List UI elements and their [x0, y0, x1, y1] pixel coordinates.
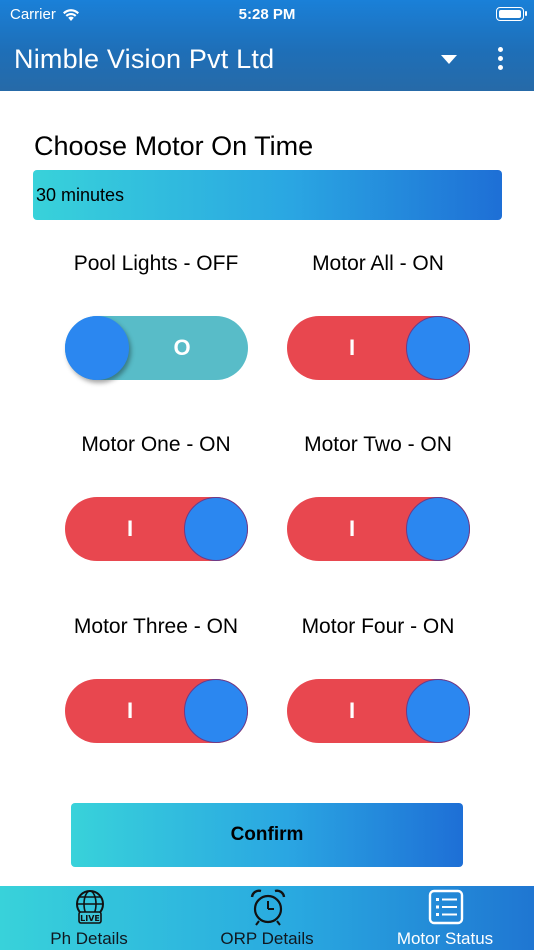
toggle-label-pool-lights: Pool Lights - OFF [73, 252, 239, 275]
motor-time-select[interactable]: 30 minutes [33, 170, 502, 220]
app-header: Carrier 5:28 PM Nimble Vision Pvt Ltd [0, 0, 534, 91]
switch-knob [406, 679, 470, 743]
motor-two-switch[interactable]: I [287, 497, 470, 561]
switch-state-glyph: I [126, 698, 134, 723]
motor-time-heading: Choose Motor On Time [34, 131, 314, 161]
switch-knob [184, 497, 248, 561]
switch-knob [406, 316, 470, 380]
switch-state-glyph: I [348, 335, 356, 360]
toggle-label-motor-all: Motor All - ON [312, 252, 444, 275]
pool-lights-switch[interactable]: O [65, 316, 248, 380]
motor-three-switch[interactable]: I [65, 679, 248, 743]
toggle-label-motor-three: Motor Three - ON [73, 615, 239, 638]
more-options-icon[interactable] [493, 47, 509, 71]
switch-state-glyph: I [348, 516, 356, 541]
battery-icon [496, 7, 527, 21]
motor-time-value: 30 minutes [36, 184, 125, 205]
switch-state-glyph: I [348, 698, 356, 723]
nav-item-orp-details[interactable]: ORP Details [178, 886, 356, 950]
status-bar: Carrier 5:28 PM [0, 0, 534, 30]
switch-knob [406, 497, 470, 561]
motor-all-switch[interactable]: I [287, 316, 470, 380]
svg-text:LIVE: LIVE [80, 914, 100, 923]
toggle-label-motor-one: Motor One - ON [81, 433, 231, 456]
confirm-button[interactable]: Confirm [71, 803, 463, 867]
list-icon [428, 889, 464, 925]
nav-label: Ph Details [50, 929, 128, 948]
motor-four-switch[interactable]: I [287, 679, 470, 743]
switch-state-glyph: O [173, 335, 191, 360]
nav-label: Motor Status [396, 929, 494, 948]
alarm-clock-icon [250, 889, 286, 926]
status-time: 5:28 PM [238, 6, 296, 23]
globe-live-icon: LIVE [76, 890, 104, 924]
switch-state-glyph: I [126, 516, 134, 541]
motor-one-switch[interactable]: I [65, 497, 248, 561]
switch-knob [184, 679, 248, 743]
nav-label: ORP Details [220, 929, 314, 948]
toggle-label-motor-four: Motor Four - ON [301, 615, 455, 638]
nav-item-ph-details[interactable]: LIVE Ph Details [0, 886, 178, 950]
dropdown-arrow-icon[interactable] [441, 55, 457, 64]
bottom-nav: LIVE Ph Details ORP Details Motor Status [0, 886, 534, 950]
switch-knob [65, 316, 129, 380]
app-title: Nimble Vision Pvt Ltd [14, 44, 275, 74]
toggle-label-motor-two: Motor Two - ON [304, 433, 452, 456]
nav-item-motor-status[interactable]: Motor Status [356, 886, 534, 950]
